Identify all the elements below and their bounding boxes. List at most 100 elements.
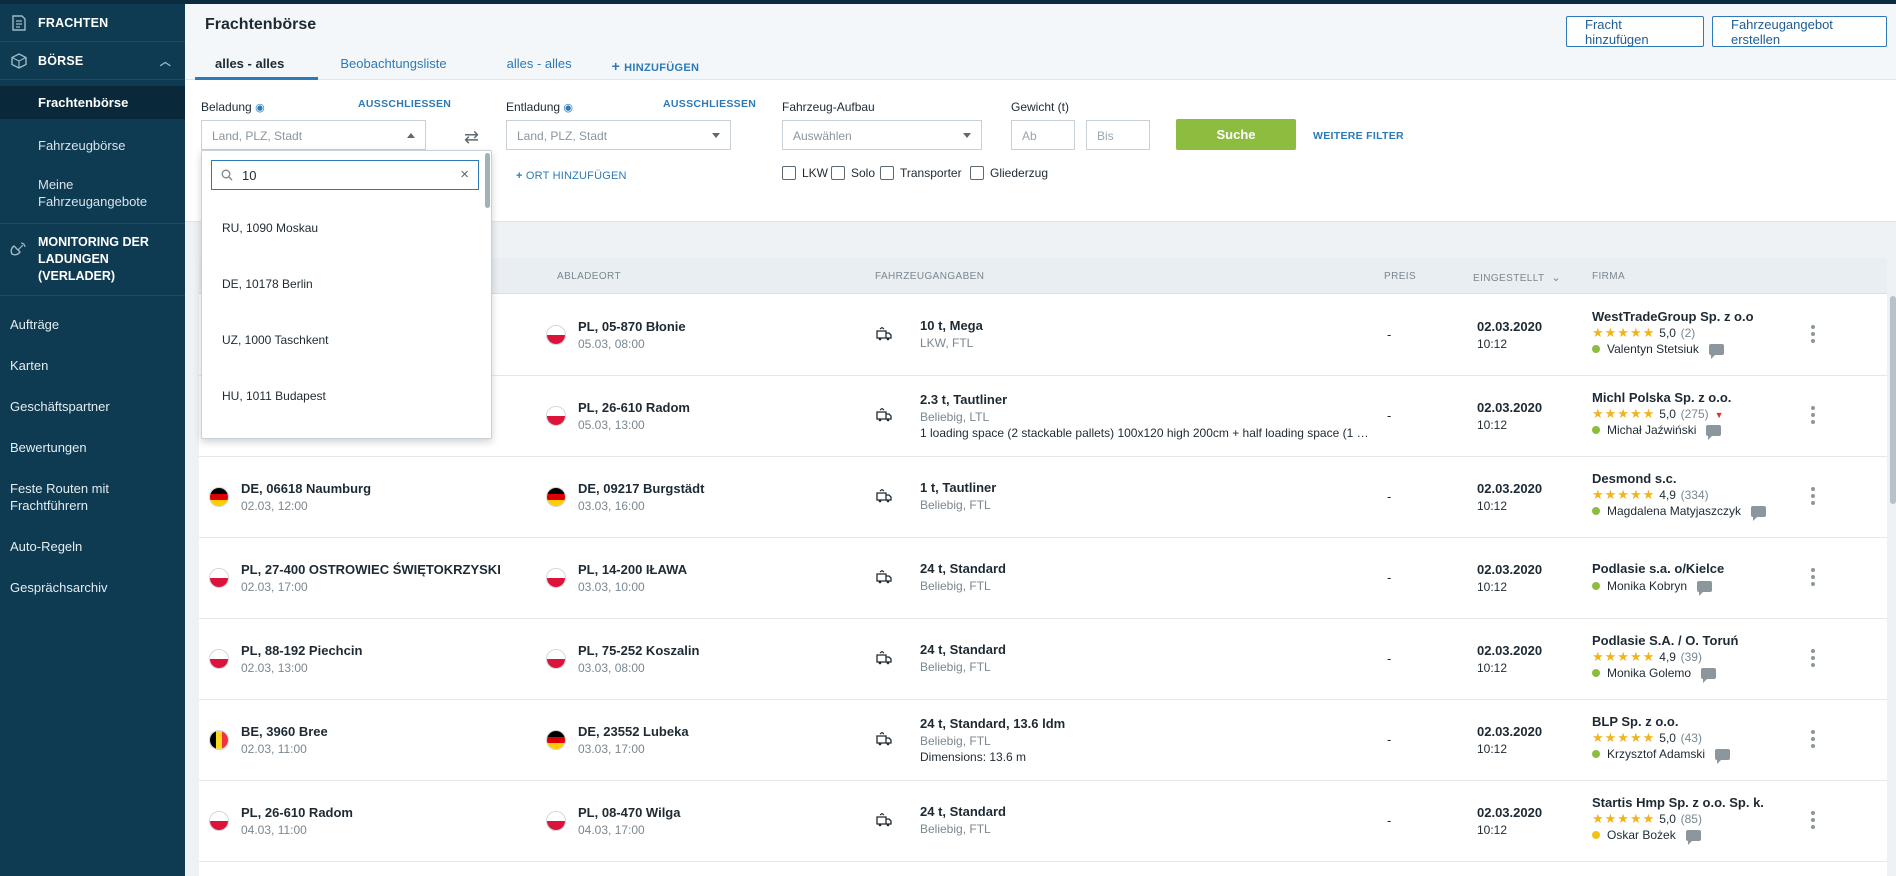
- column-header-unloading[interactable]: ABLADEORT: [557, 271, 621, 282]
- table-row[interactable]: DE, 06618 Naumburg 02.03, 12:00 DE, 09217 …: [199, 457, 1887, 538]
- loading-time: 04.03, 11:00: [241, 823, 307, 837]
- swap-icon[interactable]: ⇄: [464, 127, 479, 148]
- exclude-loading-link[interactable]: AUSSCHLIESSEN: [358, 98, 451, 110]
- add-place-link[interactable]: + ORT HINZUFÜGEN: [516, 170, 627, 182]
- chat-icon[interactable]: [1715, 748, 1731, 764]
- dropdown-scrollbar[interactable]: [485, 153, 490, 208]
- nav-section-boerse[interactable]: BÖRSE ︿: [0, 42, 185, 80]
- contact-person[interactable]: Valentyn Stetsiuk: [1592, 342, 1724, 359]
- company-name[interactable]: Startis Hmp Sp. z o.o. Sp. k.: [1592, 795, 1764, 810]
- sidebar-item-fahrzeugboerse[interactable]: Fahrzeugbörse: [0, 129, 185, 162]
- nav-section-monitoring[interactable]: MONITORING DER LADUNGEN (VERLADER): [0, 223, 185, 296]
- table-row[interactable]: PL, 88-192 Piechcin 02.03, 13:00 PL, 75-25…: [199, 619, 1887, 700]
- more-options-icon[interactable]: [1811, 811, 1815, 832]
- nav-section-frachten[interactable]: FRACHTEN: [0, 4, 185, 42]
- chevron-up-icon[interactable]: ︿: [160, 53, 171, 69]
- price: -: [1387, 570, 1392, 585]
- chat-icon[interactable]: [1751, 505, 1767, 521]
- column-header-price[interactable]: PREIS: [1384, 271, 1416, 282]
- company-name[interactable]: Podlasie S.A. / O. Toruń: [1592, 633, 1738, 648]
- more-options-icon[interactable]: [1811, 568, 1815, 589]
- chat-icon[interactable]: [1701, 667, 1717, 683]
- rating-stars: ★★★★★ 5,0 (275) ▼: [1592, 406, 1725, 422]
- page-scrollbar[interactable]: [1890, 296, 1896, 504]
- more-options-icon[interactable]: [1811, 325, 1815, 346]
- unloading-time: 03.03, 17:00: [578, 742, 645, 756]
- column-header-posted[interactable]: EINGESTELLT ⌄: [1473, 271, 1561, 284]
- add-freight-button[interactable]: Fracht hinzufügen: [1566, 16, 1704, 47]
- chat-icon[interactable]: [1708, 343, 1724, 359]
- checkbox-box[interactable]: [970, 166, 984, 180]
- dropdown-search-input[interactable]: 10 ×: [211, 160, 479, 190]
- create-vehicle-offer-button[interactable]: Fahrzeugangebot erstellen: [1712, 16, 1887, 47]
- checkbox-box[interactable]: [831, 166, 845, 180]
- exclude-unloading-link[interactable]: AUSSCHLIESSEN: [663, 98, 756, 110]
- sidebar-item-auftraege[interactable]: Aufträge: [0, 306, 185, 342]
- dropdown-option-budapest[interactable]: HU, 1011 Budapest: [222, 389, 326, 403]
- search-button[interactable]: Suche: [1176, 119, 1296, 150]
- checkbox-transporter[interactable]: Transporter: [880, 166, 962, 180]
- dropdown-search-value: 10: [242, 168, 257, 183]
- loading-time: 02.03, 11:00: [241, 742, 307, 756]
- company-name[interactable]: WestTradeGroup Sp. z o.o: [1592, 309, 1754, 324]
- more-options-icon[interactable]: [1811, 487, 1815, 508]
- chat-icon[interactable]: [1706, 424, 1722, 440]
- loading-time: 02.03, 13:00: [241, 661, 308, 675]
- tab-beobachtungsliste[interactable]: Beobachtungsliste: [318, 50, 476, 80]
- table-row[interactable]: BE, 3960 Bree 02.03, 11:00 DE, 23552 Lubek…: [199, 700, 1887, 781]
- contact-person[interactable]: Monika Kobryn: [1592, 579, 1713, 596]
- sidebar-item-bewertungen[interactable]: Bewertungen: [0, 429, 185, 465]
- sidebar-item-geschaeftspartner[interactable]: Geschäftspartner: [0, 388, 185, 424]
- posted-time: 10:12: [1477, 823, 1508, 837]
- contact-person[interactable]: Michał Jaźwiński: [1592, 423, 1722, 440]
- checkbox-lkw[interactable]: LKW: [782, 166, 828, 180]
- chat-icon[interactable]: [1685, 829, 1701, 845]
- checkbox-gliederzug[interactable]: Gliederzug: [970, 166, 1048, 180]
- table-row[interactable]: PL, 26-610 Radom 04.03, 11:00 PL, 08-470 W…: [199, 781, 1887, 862]
- rating-value: 5,0: [1659, 407, 1676, 421]
- unloading-location-select[interactable]: Land, PLZ, Stadt: [506, 120, 731, 150]
- sidebar-item-meine-fahrzeugangebote[interactable]: Meine Fahrzeugangebote: [0, 167, 150, 219]
- checkbox-solo[interactable]: Solo: [831, 166, 875, 180]
- company-name[interactable]: Desmond s.c.: [1592, 471, 1677, 486]
- posted-date: 02.03.2020: [1477, 481, 1543, 496]
- more-options-icon[interactable]: [1811, 406, 1815, 427]
- sidebar-item-gespraechsarchiv[interactable]: Gesprächsarchiv: [0, 569, 185, 605]
- contact-person[interactable]: Oskar Bożek: [1592, 828, 1701, 845]
- dropdown-option-berlin[interactable]: DE, 10178 Berlin: [222, 277, 313, 291]
- checkbox-box[interactable]: [880, 166, 894, 180]
- more-filters-link[interactable]: WEITERE FILTER: [1313, 130, 1404, 142]
- tab-add-button[interactable]: + HINZUFÜGEN: [602, 50, 722, 80]
- weight-to-input[interactable]: Bis: [1086, 120, 1150, 150]
- company-name[interactable]: Podlasie s.a. o/Kielce: [1592, 561, 1724, 576]
- vehicle-body-select[interactable]: Auswählen: [782, 120, 982, 150]
- more-options-icon[interactable]: [1811, 649, 1815, 670]
- more-options-icon[interactable]: [1811, 730, 1815, 751]
- weight-from-input[interactable]: Ab: [1011, 120, 1075, 150]
- tab-alles-alles-1[interactable]: alles - alles: [195, 50, 319, 80]
- unloading-place: PL, 75-252 Koszalin: [578, 643, 700, 658]
- contact-name: Oskar Bożek: [1607, 828, 1676, 842]
- sidebar-item-auto-regeln[interactable]: Auto-Regeln: [0, 528, 185, 564]
- sidebar-item-frachtenboerse[interactable]: Frachtenbörse: [0, 86, 185, 119]
- tab-alles-alles-2[interactable]: alles - alles: [477, 50, 602, 80]
- contact-person[interactable]: Krzysztof Adamski: [1592, 747, 1731, 764]
- checkbox-box[interactable]: [782, 166, 796, 180]
- dropdown-option-moskau[interactable]: RU, 1090 Moskau: [222, 221, 318, 235]
- company-name[interactable]: Michl Polska Sp. z o.o.: [1592, 390, 1731, 405]
- contact-person[interactable]: Magdalena Matyjaszczyk: [1592, 504, 1767, 521]
- contact-person[interactable]: Monika Golemo: [1592, 666, 1717, 683]
- sidebar-item-feste-routen[interactable]: Feste Routen mit Frachtführern: [0, 470, 130, 523]
- page-header: Frachtenbörse Fracht hinzufügen Fahrzeug…: [185, 4, 1896, 80]
- sidebar-item-karten[interactable]: Karten: [0, 347, 185, 383]
- loading-location-select[interactable]: Land, PLZ, Stadt: [201, 120, 426, 150]
- posted-date: 02.03.2020: [1477, 319, 1543, 334]
- company-name[interactable]: BLP Sp. z o.o.: [1592, 714, 1678, 729]
- dropdown-option-taschkent[interactable]: UZ, 1000 Taschkent: [222, 333, 329, 347]
- freight-icon: [8, 12, 30, 34]
- chat-icon[interactable]: [1697, 580, 1713, 596]
- close-icon[interactable]: ×: [460, 166, 469, 183]
- column-header-vehicle[interactable]: FAHRZEUGANGABEN: [875, 271, 984, 282]
- column-header-company[interactable]: FIRMA: [1592, 271, 1625, 282]
- table-row[interactable]: PL, 27-400 OSTROWIEC ŚWIĘTOKRZYSKI 02.03,…: [199, 538, 1887, 619]
